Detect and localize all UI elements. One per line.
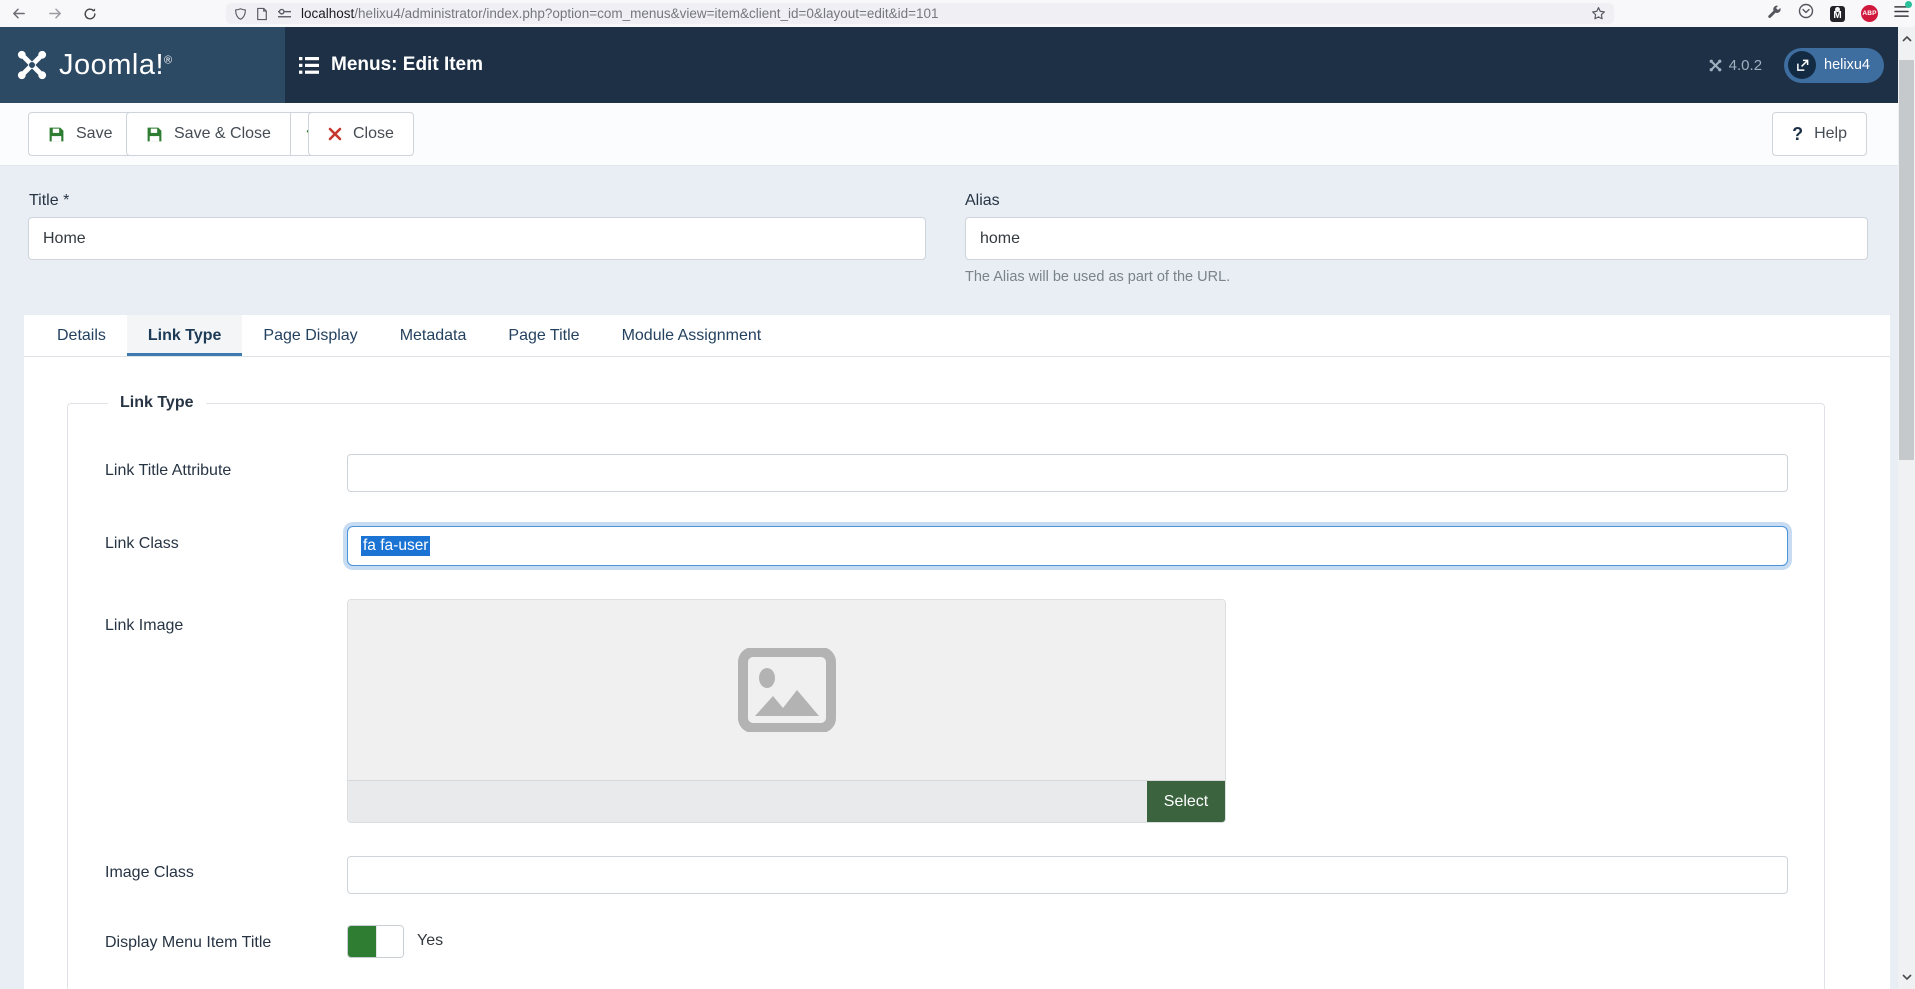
extension-m-icon[interactable]: M <box>1830 5 1845 22</box>
close-button[interactable]: Close <box>308 112 414 156</box>
link-class-input[interactable]: fa fa-user <box>347 526 1788 566</box>
link-title-attribute-input[interactable] <box>347 454 1788 492</box>
display-menu-item-title-toggle[interactable] <box>347 925 404 958</box>
image-class-label: Image Class <box>105 864 194 881</box>
image-class-input[interactable] <box>347 856 1788 894</box>
joomla-mark-icon <box>17 50 47 80</box>
reader-page-icon[interactable] <box>256 7 268 21</box>
question-mark-icon: ? <box>1792 123 1804 144</box>
toggle-state-label: Yes <box>417 932 444 949</box>
user-menu-button[interactable]: helixu4 <box>1784 47 1884 83</box>
browser-reload-icon[interactable] <box>76 0 104 27</box>
tab-page-title[interactable]: Page Title <box>487 315 600 356</box>
save-and-close-button[interactable]: Save & Close <box>126 112 291 156</box>
tab-module-assignment[interactable]: Module Assignment <box>601 315 783 356</box>
image-preview-area <box>348 600 1225 780</box>
user-badge-label: helixu4 <box>1824 57 1870 73</box>
scrollbar-down-arrow[interactable] <box>1898 969 1915 985</box>
url-text[interactable]: localhost/helixu4/administrator/index.ph… <box>301 6 1591 21</box>
adblock-abp-icon[interactable]: ABP <box>1861 5 1878 22</box>
toggle-on-segment[interactable] <box>348 926 376 957</box>
link-image-field: Select <box>347 599 1226 823</box>
browser-forward-icon[interactable] <box>41 0 69 27</box>
tab-link-type[interactable]: Link Type <box>126 315 243 356</box>
save-button[interactable]: Save <box>28 112 133 156</box>
tracking-shield-icon[interactable] <box>234 7 247 21</box>
link-title-attribute-label: Link Title Attribute <box>105 462 232 479</box>
toggle-off-segment[interactable] <box>376 926 403 957</box>
save-close-split-button: Save & Close <box>126 112 337 156</box>
bookmark-star-icon[interactable] <box>1591 6 1606 21</box>
list-icon <box>299 56 319 74</box>
help-button[interactable]: ? Help <box>1772 112 1867 156</box>
wrench-icon[interactable] <box>1767 4 1782 24</box>
permissions-sliders-icon[interactable] <box>277 7 292 20</box>
alias-label: Alias <box>965 192 1000 209</box>
admin-header: Joomla!® Menus: Edit Item 4.0.2 helixu4 <box>0 27 1915 103</box>
save-floppy-icon <box>147 127 162 141</box>
joomla-version-icon <box>1709 59 1722 71</box>
pocket-icon[interactable] <box>1798 3 1814 24</box>
alias-input[interactable] <box>965 217 1868 260</box>
link-type-fieldset: Link Type Link Title Attribute Link Clas… <box>67 394 1825 989</box>
scrollbar-thumb[interactable] <box>1899 60 1914 460</box>
selected-text: fa fa-user <box>361 536 431 556</box>
joomla-wordmark: Joomla!® <box>59 48 173 81</box>
tab-bar: Details Link Type Page Display Metadata … <box>24 315 1890 357</box>
link-class-label: Link Class <box>105 535 179 552</box>
display-menu-item-title-label: Display Menu Item Title <box>105 934 272 951</box>
close-x-icon <box>328 127 342 141</box>
joomla-version: 4.0.2 <box>1708 57 1762 74</box>
tab-details[interactable]: Details <box>36 315 127 356</box>
page-title: Menus: Edit Item <box>299 27 483 103</box>
tab-page-display[interactable]: Page Display <box>242 315 378 356</box>
image-path-bar: Select <box>348 780 1225 822</box>
joomla-logo: Joomla!® <box>0 27 285 103</box>
action-toolbar: Save Save & Close Close ? Help <box>0 103 1915 166</box>
browser-toolbar: localhost/helixu4/administrator/index.ph… <box>0 0 1915 27</box>
browser-back-icon[interactable] <box>4 0 32 27</box>
url-bar[interactable]: localhost/helixu4/administrator/index.ph… <box>226 3 1614 24</box>
alias-help-text: The Alias will be used as part of the UR… <box>965 269 1231 285</box>
page-scrollbar[interactable] <box>1898 27 1915 989</box>
save-floppy-icon <box>49 127 64 141</box>
tab-metadata[interactable]: Metadata <box>379 315 488 356</box>
browser-menu-icon[interactable] <box>1894 0 1912 23</box>
form-card: Details Link Type Page Display Metadata … <box>24 315 1890 989</box>
link-image-label: Link Image <box>105 617 184 634</box>
title-input[interactable] <box>28 217 926 260</box>
edit-item-form: Title * Alias The Alias will be used as … <box>0 166 1915 989</box>
external-link-icon <box>1788 51 1817 79</box>
title-label: Title * <box>29 192 70 209</box>
fieldset-legend: Link Type <box>108 394 206 412</box>
image-placeholder-icon <box>737 648 836 732</box>
select-image-button[interactable]: Select <box>1147 781 1225 822</box>
menu-notification-dot <box>1905 0 1912 8</box>
scrollbar-up-arrow[interactable] <box>1898 31 1915 47</box>
